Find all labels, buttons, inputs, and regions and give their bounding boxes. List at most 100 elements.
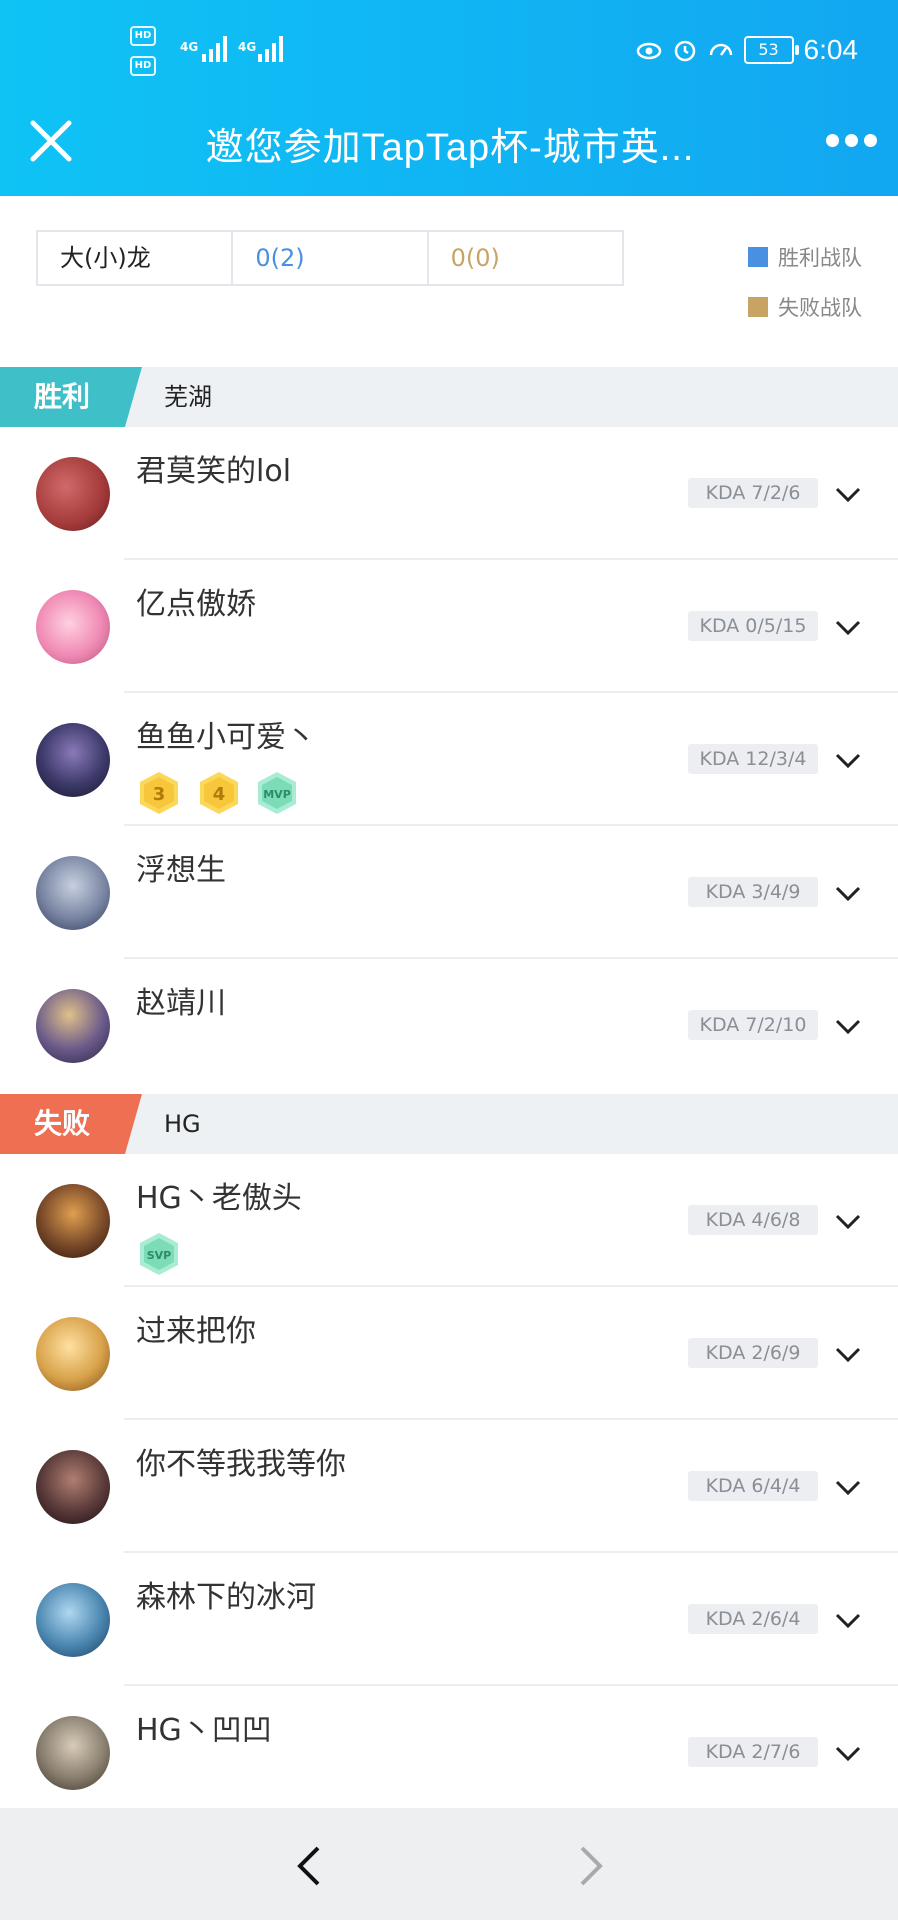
player-row[interactable]: 亿点傲娇 KDA 0/5/15 [0, 561, 898, 693]
legend-win-swatch [748, 247, 768, 267]
signal-icon-2 [258, 36, 283, 62]
chevron-down-icon[interactable] [834, 885, 862, 903]
score-losses: 0(0) [450, 244, 500, 272]
signal-icon-1 [202, 36, 227, 62]
status-time: 6:04 [803, 34, 859, 65]
kda-badge: KDA 2/6/9 [688, 1338, 818, 1368]
row-divider [124, 824, 898, 826]
player-name: HG丶凹凹 [136, 1713, 272, 1748]
chevron-down-icon[interactable] [834, 1745, 862, 1763]
medal-label: SVP [147, 1249, 172, 1262]
kda-badge: KDA 12/3/4 [688, 744, 818, 774]
mvp-medal-icon: MVP [258, 772, 296, 814]
avatar [36, 457, 110, 531]
legend-lose: 失败战队 [748, 292, 862, 322]
score-table: 大(小)龙 0(2) 0(0) [36, 230, 624, 286]
legend-lose-label: 失败战队 [778, 296, 862, 320]
team-name: HG [164, 1110, 201, 1138]
page-title: 邀您参加TapTap杯-城市英... [205, 127, 695, 169]
score-wins: 0(2) [233, 232, 429, 284]
team-result-badge: 失败 [0, 1094, 142, 1154]
avatar [36, 1317, 110, 1391]
forward-arrow-icon[interactable] [570, 1844, 610, 1888]
team-result-badge: 胜利 [0, 367, 142, 427]
player-row[interactable]: 鱼鱼小可爱丶 3 4 MVP KDA 12/3/4 [0, 694, 898, 826]
legend-win: 胜利战队 [748, 242, 862, 272]
player-row[interactable]: HG丶凹凹 KDA 2/7/6 [0, 1687, 898, 1808]
network-label-1: 4G [180, 40, 199, 54]
kda-badge: KDA 0/5/15 [688, 611, 818, 641]
player-name: 森林下的冰河 [136, 1580, 316, 1615]
team-name: 芜湖 [164, 383, 212, 411]
chevron-down-icon[interactable] [834, 1346, 862, 1364]
player-row[interactable]: 过来把你 KDA 2/6/9 [0, 1288, 898, 1420]
player-row[interactable]: 赵靖川 KDA 7/2/10 [0, 960, 898, 1092]
team-bar-loser: 失败 HG [0, 1094, 898, 1154]
row-divider [124, 558, 898, 560]
chevron-down-icon[interactable] [834, 1213, 862, 1231]
chevron-down-icon[interactable] [834, 619, 862, 637]
chevron-down-icon[interactable] [834, 752, 862, 770]
score-team: 大(小)龙 [38, 232, 234, 284]
player-name: 君莫笑的lol [136, 454, 292, 489]
player-name: HG丶老傲头 [136, 1181, 302, 1216]
avatar [36, 1450, 110, 1524]
avatar [36, 989, 110, 1063]
more-options-icon[interactable] [826, 130, 878, 150]
svp-medal-icon: SVP [140, 1233, 178, 1275]
player-row[interactable]: HG丶老傲头 SVP KDA 4/6/8 [0, 1155, 898, 1287]
player-name: 浮想生 [136, 853, 226, 888]
kda-badge: KDA 6/4/4 [688, 1471, 818, 1501]
row-divider [124, 1684, 898, 1686]
player-name: 亿点傲娇 [136, 587, 256, 622]
kda-badge: KDA 2/7/6 [688, 1737, 818, 1767]
kda-badge: KDA 3/4/9 [688, 877, 818, 907]
player-row[interactable]: 你不等我我等你 KDA 6/4/4 [0, 1421, 898, 1553]
chevron-down-icon[interactable] [834, 1479, 862, 1497]
avatar [36, 1716, 110, 1790]
row-divider [124, 957, 898, 959]
row-divider [124, 1285, 898, 1287]
kda-badge: KDA 7/2/10 [688, 1010, 818, 1040]
chevron-down-icon[interactable] [834, 1612, 862, 1630]
app-header: HD HD 4G 4G 53 6:04 邀您参加TapTap杯-城市英... [0, 0, 898, 196]
avatar [36, 1583, 110, 1657]
legend-win-label: 胜利战队 [778, 246, 862, 270]
battery-icon: 53 [743, 36, 799, 64]
avatar [36, 856, 110, 930]
kda-badge: KDA 7/2/6 [688, 478, 818, 508]
kda-badge: KDA 4/6/8 [688, 1205, 818, 1235]
player-name: 你不等我我等你 [136, 1447, 346, 1482]
browser-nav-bar [0, 1808, 898, 1920]
team-bar-winner: 胜利 芜湖 [0, 367, 898, 427]
status-left: HD HD 4G 4G [130, 26, 290, 76]
chevron-down-icon[interactable] [834, 1018, 862, 1036]
player-name: 过来把你 [136, 1314, 256, 1349]
medal-label: 3 [153, 784, 166, 805]
hd-badge-1: HD [130, 26, 156, 46]
eye-icon [636, 42, 661, 60]
speed-icon [709, 43, 732, 56]
alarm-icon [674, 40, 695, 62]
row-divider [124, 691, 898, 693]
row-divider [124, 1418, 898, 1420]
rank-3-medal-icon: 3 [140, 772, 178, 814]
back-arrow-icon[interactable] [290, 1844, 330, 1888]
close-icon[interactable] [28, 118, 74, 164]
avatar [36, 1184, 110, 1258]
player-row[interactable]: 君莫笑的lol KDA 7/2/6 [0, 428, 898, 560]
player-row[interactable]: 森林下的冰河 KDA 2/6/4 [0, 1554, 898, 1686]
player-name: 赵靖川 [136, 986, 226, 1021]
player-row[interactable]: 浮想生 KDA 3/4/9 [0, 827, 898, 959]
rank-4-medal-icon: 4 [200, 772, 238, 814]
chevron-down-icon[interactable] [834, 486, 862, 504]
avatar [36, 723, 110, 797]
avatar [36, 590, 110, 664]
kda-badge: KDA 2/6/4 [688, 1604, 818, 1634]
player-name: 鱼鱼小可爱丶 [136, 720, 316, 755]
medal-label: MVP [263, 788, 291, 801]
status-right: 53 6:04 [636, 30, 859, 70]
network-label-2: 4G [238, 40, 257, 54]
legend-lose-swatch [748, 297, 768, 317]
hd-badge-2: HD [130, 56, 156, 76]
